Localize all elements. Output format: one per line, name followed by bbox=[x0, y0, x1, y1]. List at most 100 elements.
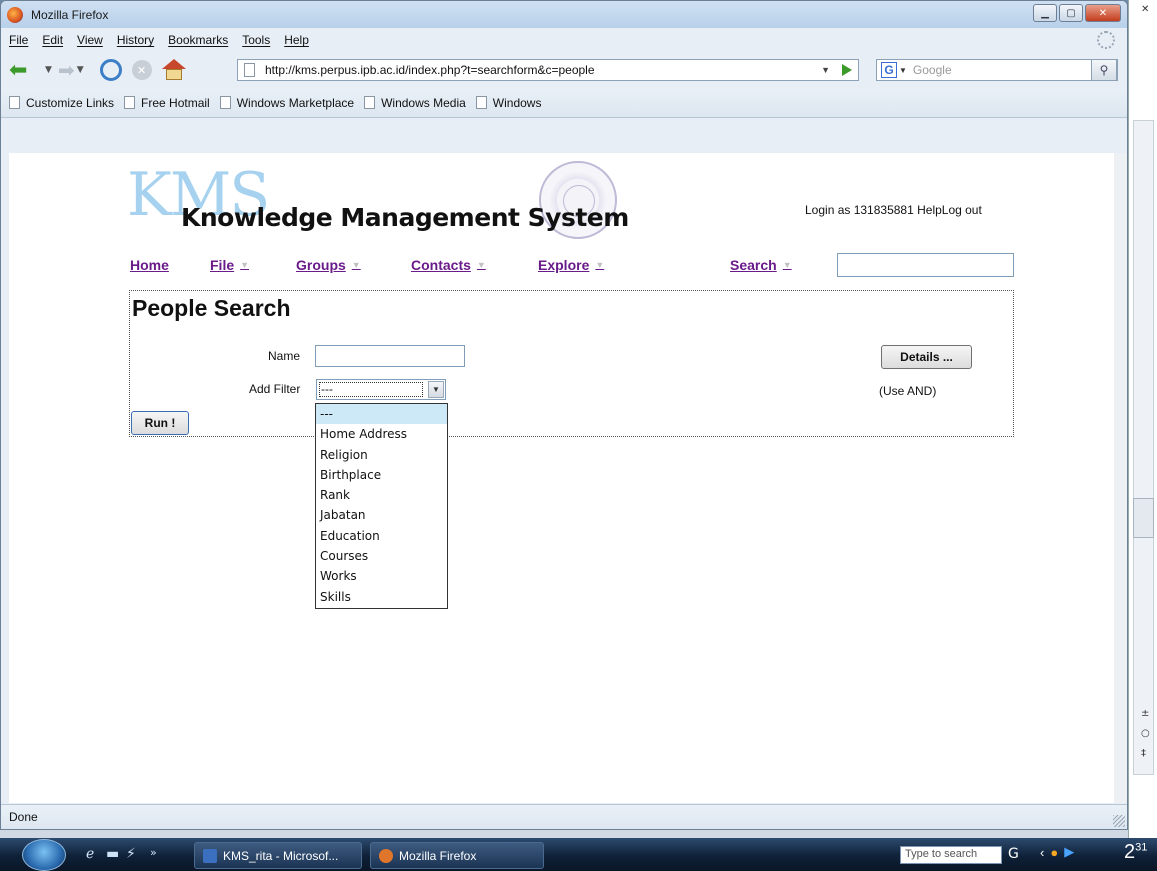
run-button[interactable]: Run ! bbox=[131, 411, 189, 435]
name-input[interactable] bbox=[315, 345, 465, 367]
tray-arrow-icon[interactable]: ‹ bbox=[1040, 845, 1044, 860]
ie-quicklaunch-icon[interactable]: ℯ bbox=[86, 846, 94, 862]
firefox-icon bbox=[379, 848, 393, 863]
background-down-icon[interactable]: ‡ bbox=[1141, 748, 1146, 759]
background-window-edge: ✕ ± ○ ‡ bbox=[1128, 0, 1157, 838]
app-quicklaunch-icon[interactable]: ⚡ bbox=[126, 846, 136, 862]
clock[interactable]: 231 bbox=[1124, 841, 1147, 864]
engine-dropdown-icon[interactable]: ▼ bbox=[899, 66, 907, 75]
filter-option[interactable]: Works bbox=[316, 566, 447, 586]
nav-explore[interactable]: Explore ▼ bbox=[538, 257, 604, 273]
menu-view[interactable]: View bbox=[77, 33, 103, 47]
taskbar-word-document[interactable]: KMS_rita - Microsof... bbox=[194, 842, 362, 869]
chevron-down-icon[interactable]: ▼ bbox=[428, 381, 444, 398]
page-content: KMS Knowledge Management System Login as… bbox=[9, 153, 1121, 803]
background-circle-icon[interactable]: ○ bbox=[1141, 728, 1150, 739]
home-button[interactable] bbox=[161, 59, 186, 81]
content-scrollbar[interactable] bbox=[1114, 153, 1127, 803]
add-filter-select[interactable]: --- ▼ bbox=[316, 379, 446, 400]
link-windows-media[interactable]: Windows Media bbox=[364, 96, 466, 110]
page-icon bbox=[124, 96, 136, 109]
filter-option[interactable]: Skills bbox=[316, 587, 447, 607]
minimize-button[interactable]: ▁ bbox=[1033, 4, 1057, 22]
filter-option[interactable]: Courses bbox=[316, 546, 447, 566]
forward-history-dropdown-icon[interactable]: ▼ bbox=[77, 65, 84, 75]
nav-home[interactable]: Home bbox=[130, 257, 169, 273]
url-text: http://kms.perpus.ipb.ac.id/index.php?t=… bbox=[265, 63, 595, 77]
reload-button[interactable] bbox=[99, 59, 122, 81]
tray-media-icon[interactable]: ▶ bbox=[1064, 844, 1074, 860]
link-customize-links[interactable]: Customize Links bbox=[9, 96, 114, 110]
background-arrow-icon[interactable]: ± bbox=[1141, 708, 1149, 719]
google-icon[interactable]: G bbox=[1008, 846, 1019, 862]
menu-file[interactable]: File bbox=[9, 33, 28, 47]
link-free-hotmail[interactable]: Free Hotmail bbox=[124, 96, 210, 110]
page-icon bbox=[364, 96, 376, 109]
home-roof-icon bbox=[161, 59, 186, 69]
people-search-panel: People Search Name Add Filter --- ▼ Deta… bbox=[129, 290, 1014, 437]
stop-button[interactable]: ✕ bbox=[131, 60, 152, 80]
forward-button[interactable]: ➡ bbox=[58, 58, 75, 82]
chevron-down-icon: ▼ bbox=[351, 260, 361, 270]
page-icon bbox=[244, 63, 255, 77]
filter-option[interactable]: Education bbox=[316, 526, 447, 546]
page-icon bbox=[475, 96, 487, 109]
site-search-input[interactable] bbox=[837, 253, 1014, 277]
back-button[interactable]: ⬅ bbox=[9, 58, 43, 83]
page-icon bbox=[9, 96, 20, 109]
window-controls: ▁ ▢ ✕ bbox=[1033, 4, 1121, 22]
focus-ring bbox=[319, 382, 423, 397]
close-button[interactable]: ✕ bbox=[1085, 4, 1121, 22]
throbber-icon bbox=[1097, 31, 1115, 49]
chevron-down-icon: ▼ bbox=[476, 260, 486, 270]
background-close-icon[interactable]: ✕ bbox=[1141, 4, 1149, 15]
menu-tools[interactable]: Tools bbox=[242, 33, 270, 47]
filter-option[interactable]: Home Address bbox=[316, 424, 447, 444]
filter-dropdown-list: --- Home Address Religion Birthplace Ran… bbox=[315, 403, 448, 609]
nav-contacts[interactable]: Contacts ▼ bbox=[411, 257, 486, 273]
url-history-dropdown-icon[interactable]: ▼ bbox=[821, 65, 830, 75]
system-tray: ‹ ● ▶ bbox=[1040, 844, 1074, 860]
name-label: Name bbox=[268, 349, 301, 363]
filter-option[interactable]: Religion bbox=[316, 445, 447, 465]
tray-app-icon[interactable]: ● bbox=[1050, 845, 1058, 860]
web-search-box[interactable]: G ▼ Google ⚲ bbox=[876, 59, 1118, 81]
chevron-down-icon: ▼ bbox=[595, 260, 605, 270]
menu-help[interactable]: Help bbox=[284, 33, 309, 47]
start-button[interactable] bbox=[22, 839, 66, 871]
url-bar[interactable]: http://kms.perpus.ipb.ac.id/index.php?t=… bbox=[237, 59, 859, 81]
taskbar-search-input[interactable]: Type to search bbox=[900, 846, 1002, 864]
nav-search[interactable]: Search ▼ bbox=[730, 257, 792, 273]
more-quicklaunch-icon[interactable]: » bbox=[150, 846, 157, 859]
link-windows-marketplace[interactable]: Windows Marketplace bbox=[219, 96, 354, 110]
filter-option[interactable]: --- bbox=[316, 404, 447, 425]
resize-grip-icon[interactable] bbox=[1113, 815, 1125, 827]
background-scrollbar-thumb[interactable] bbox=[1133, 498, 1154, 538]
filter-option[interactable]: Rank bbox=[316, 485, 447, 505]
filter-option[interactable]: Birthplace bbox=[316, 465, 447, 485]
page-icon bbox=[219, 96, 231, 109]
login-status[interactable]: Login as 131835881 HelpLog out bbox=[805, 203, 982, 217]
search-icon[interactable]: ⚲ bbox=[1091, 59, 1117, 81]
navigation-toolbar: ⬅ ▼ ➡ ▼ ✕ http://kms.perpus.ipb.ac.id/in… bbox=[1, 52, 1127, 88]
menu-edit[interactable]: Edit bbox=[42, 33, 63, 47]
menu-bookmarks[interactable]: Bookmarks bbox=[168, 33, 228, 47]
nav-groups[interactable]: Groups ▼ bbox=[296, 257, 361, 273]
back-history-dropdown-icon[interactable]: ▼ bbox=[45, 65, 52, 75]
filter-option[interactable]: Jabatan bbox=[316, 505, 447, 525]
maximize-button[interactable]: ▢ bbox=[1059, 4, 1083, 22]
background-scrollbar[interactable] bbox=[1133, 120, 1154, 775]
firefox-logo-icon bbox=[7, 6, 23, 23]
use-and-label: (Use AND) bbox=[879, 384, 937, 398]
link-windows[interactable]: Windows bbox=[475, 96, 541, 110]
nav-file[interactable]: File ▼ bbox=[210, 257, 249, 273]
taskbar-firefox[interactable]: Mozilla Firefox bbox=[370, 842, 544, 869]
home-house-icon bbox=[165, 69, 182, 80]
menu-history[interactable]: History bbox=[117, 33, 154, 47]
desktop-quicklaunch-icon[interactable]: ▬ bbox=[106, 846, 119, 862]
status-bar: Done bbox=[1, 804, 1127, 829]
go-button[interactable] bbox=[842, 64, 852, 76]
add-filter-label: Add Filter bbox=[249, 382, 301, 396]
details-button[interactable]: Details ... bbox=[881, 345, 972, 369]
google-engine-icon[interactable]: G bbox=[881, 62, 897, 78]
